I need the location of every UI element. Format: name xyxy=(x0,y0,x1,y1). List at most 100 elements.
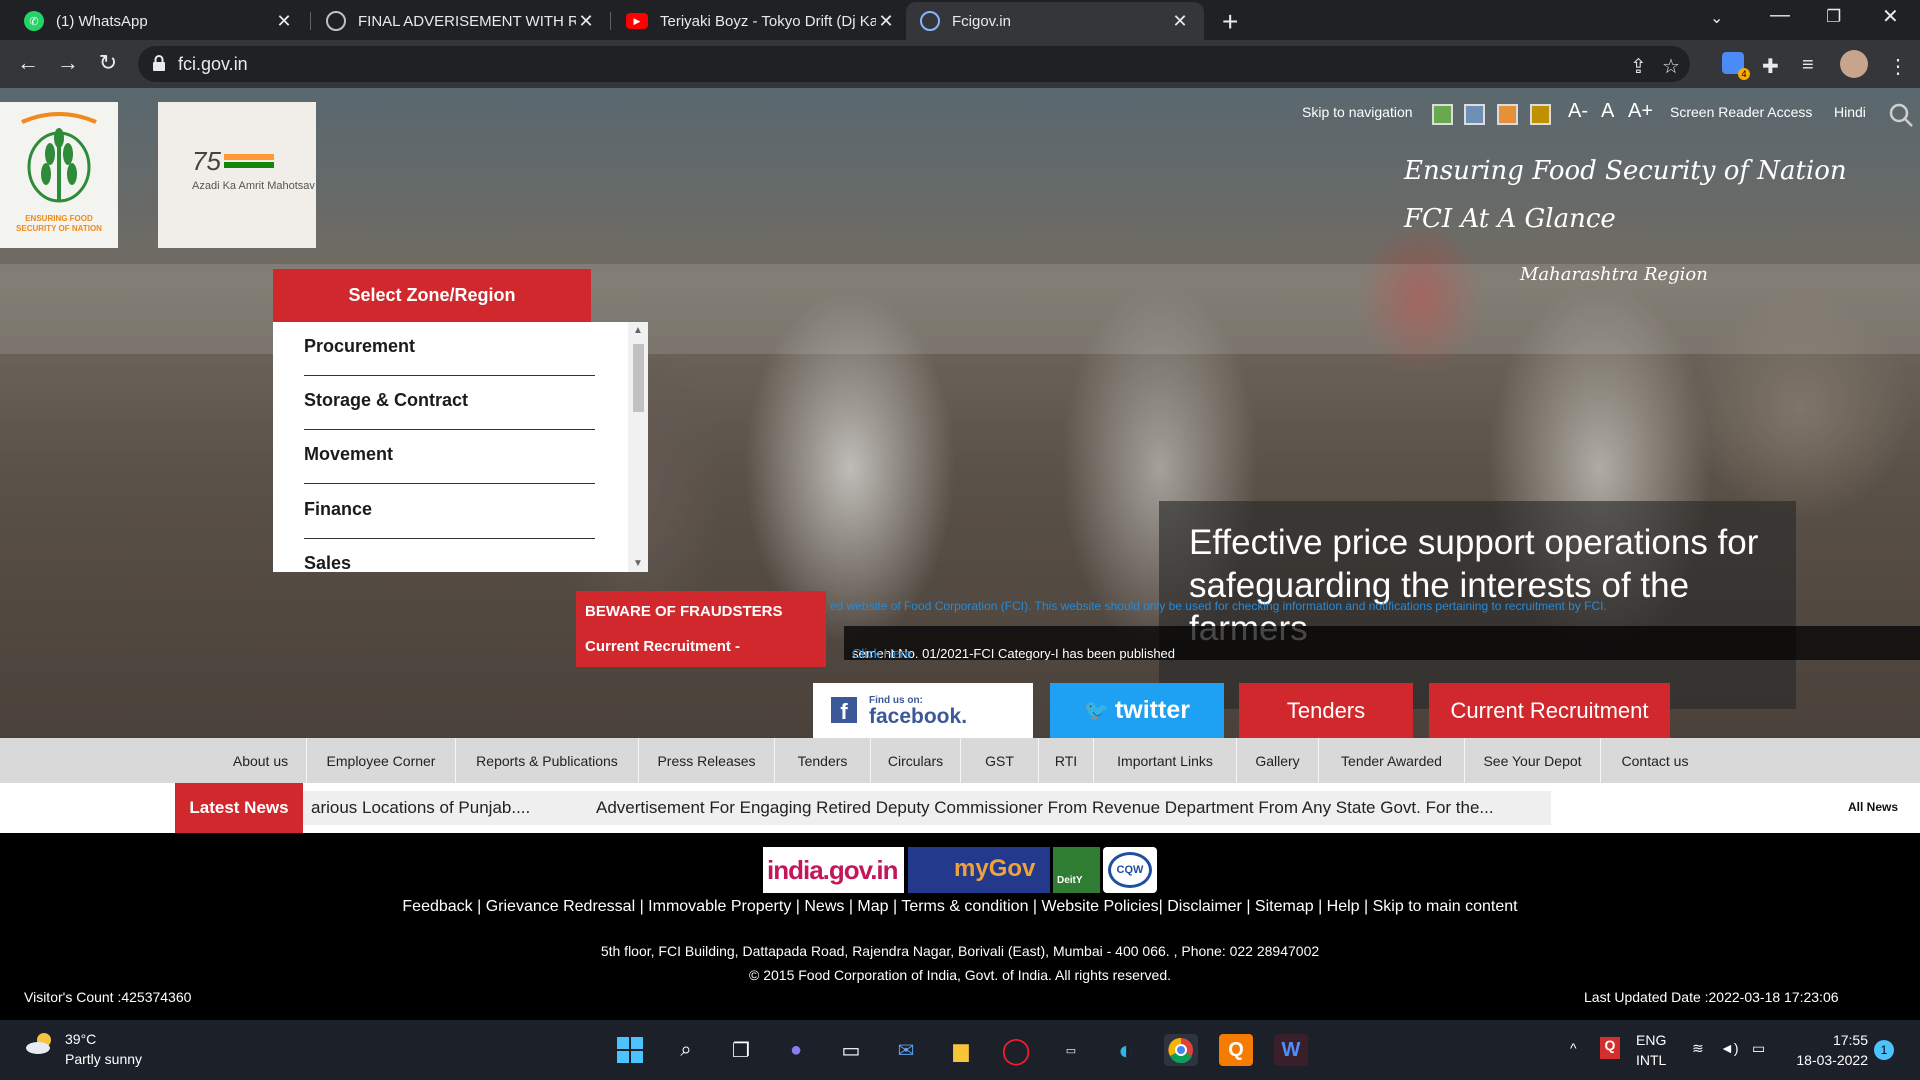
tray-overflow-icon[interactable]: ^ xyxy=(1570,1040,1577,1056)
notification-badge[interactable]: 1 xyxy=(1874,1040,1894,1060)
zone-item-procurement[interactable]: Procurement xyxy=(304,322,595,376)
chrome-icon[interactable] xyxy=(1164,1034,1198,1066)
bookmark-star-icon[interactable]: ☆ xyxy=(1662,54,1680,79)
tray-q-icon[interactable]: Q xyxy=(1600,1037,1620,1059)
close-tab-icon[interactable]: ✕ xyxy=(1170,11,1190,32)
nav-important-links[interactable]: Important Links xyxy=(1094,738,1237,783)
beware-label[interactable]: BEWARE OF FRAUDSTERS xyxy=(585,603,783,620)
w-app-icon[interactable]: W xyxy=(1274,1034,1308,1066)
scroll-up-arrow-icon[interactable]: ▲ xyxy=(633,325,643,336)
minimize-button[interactable]: — xyxy=(1770,4,1790,27)
tab-advertisement[interactable]: FINAL ADVERISEMENT WITH REV ✕ xyxy=(312,2,610,40)
theme-gold-swatch[interactable] xyxy=(1530,104,1551,125)
terminal-icon[interactable]: ▭ xyxy=(834,1034,868,1066)
forward-button[interactable]: → xyxy=(54,50,82,76)
nav-press-releases[interactable]: Press Releases xyxy=(639,738,775,783)
nav-rti[interactable]: RTI xyxy=(1039,738,1094,783)
hindi-link[interactable]: Hindi xyxy=(1834,104,1866,120)
volume-icon[interactable]: ◄) xyxy=(1720,1040,1739,1056)
twitter-button[interactable]: 🐦 twitter xyxy=(1050,683,1224,738)
click-here-link[interactable]: Click Here xyxy=(852,646,912,660)
zone-scrollbar[interactable]: ▲ ▼ xyxy=(628,322,648,572)
font-decrease-button[interactable]: A- xyxy=(1568,100,1588,123)
reload-button[interactable]: ↻ xyxy=(94,50,122,76)
tab-search-icon[interactable]: ⌄ xyxy=(1710,8,1723,28)
close-tab-icon[interactable]: ✕ xyxy=(576,11,596,32)
nav-gst[interactable]: GST xyxy=(961,738,1039,783)
nav-tenders[interactable]: Tenders xyxy=(775,738,871,783)
scroll-thumb[interactable] xyxy=(633,344,644,412)
nav-reports[interactable]: Reports & Publications xyxy=(456,738,639,783)
close-tab-icon[interactable]: ✕ xyxy=(274,11,294,32)
edge-icon[interactable]: ◐ xyxy=(1109,1034,1143,1066)
task-view-icon[interactable]: ❐ xyxy=(724,1034,758,1066)
opera-icon[interactable]: ◯ xyxy=(999,1034,1033,1066)
back-button[interactable]: ← xyxy=(14,50,42,76)
all-news-link[interactable]: All News xyxy=(1848,800,1898,814)
current-recruitment-button[interactable]: Current Recruitment xyxy=(1429,683,1670,738)
theme-blue-swatch[interactable] xyxy=(1464,104,1485,125)
mygov-badge[interactable]: myGov xyxy=(908,847,1050,893)
search-taskbar-icon[interactable]: ⌕ xyxy=(669,1034,703,1066)
tagline-glance[interactable]: FCI At A Glance xyxy=(1404,204,1616,234)
screen-reader-link[interactable]: Screen Reader Access xyxy=(1670,104,1812,120)
font-normal-button[interactable]: A xyxy=(1601,100,1614,123)
file-explorer-icon[interactable]: ▆ xyxy=(944,1034,978,1066)
close-window-button[interactable]: ✕ xyxy=(1882,4,1899,29)
scroll-down-arrow-icon[interactable]: ▼ xyxy=(633,558,643,569)
footer-links[interactable]: Feedback | Grievance Redressal | Immovab… xyxy=(0,898,1920,916)
share-icon[interactable]: ⇪ xyxy=(1630,54,1647,79)
nav-gallery[interactable]: Gallery xyxy=(1237,738,1319,783)
current-recruitment-label[interactable]: Current Recruitment - xyxy=(585,638,740,655)
restore-button[interactable]: ❐ xyxy=(1826,7,1841,27)
fraud-marquee-text[interactable]: ed website of Food Corporation (FCI). Th… xyxy=(830,599,1607,613)
cqw-badge[interactable]: CQW xyxy=(1103,847,1157,893)
new-tab-button[interactable]: + xyxy=(1222,6,1238,38)
start-button[interactable] xyxy=(613,1034,647,1066)
mysql-icon[interactable]: ▭ xyxy=(1054,1034,1088,1066)
nav-employee-corner[interactable]: Employee Corner xyxy=(307,738,456,783)
extensions-icon[interactable]: ✚ xyxy=(1762,54,1779,79)
extension-badge-icon[interactable]: 4 xyxy=(1722,52,1750,80)
tab-youtube[interactable]: ▶ Teriyaki Boyz - Tokyo Drift (Dj Kar ✕ xyxy=(612,2,910,40)
facebook-button[interactable]: f Find us on: facebook. xyxy=(813,683,1033,738)
tab-whatsapp[interactable]: ✆ (1) WhatsApp ✕ xyxy=(10,2,308,40)
news-item[interactable]: arious Locations of Punjab.... xyxy=(311,798,530,818)
nav-see-your-depot[interactable]: See Your Depot xyxy=(1465,738,1601,783)
latest-news-label: Latest News xyxy=(175,783,303,833)
zone-item-sales[interactable]: Sales xyxy=(304,539,595,572)
battery-icon[interactable]: ▭ xyxy=(1752,1040,1765,1057)
tab-fcigov[interactable]: Fcigov.in ✕ xyxy=(906,2,1204,40)
nav-about-us[interactable]: About us xyxy=(215,738,307,783)
tenders-button[interactable]: Tenders xyxy=(1239,683,1413,738)
skip-navigation-link[interactable]: Skip to navigation xyxy=(1302,104,1413,120)
q-app-icon[interactable]: Q xyxy=(1219,1034,1253,1066)
india-gov-badge[interactable]: india.gov.in xyxy=(763,847,904,893)
news-item[interactable]: Advertisement For Engaging Retired Deput… xyxy=(596,798,1494,818)
profile-avatar[interactable] xyxy=(1840,50,1868,78)
nav-contact-us[interactable]: Contact us xyxy=(1601,738,1709,783)
chat-icon[interactable]: ● xyxy=(779,1034,813,1066)
nav-circulars[interactable]: Circulars xyxy=(871,738,961,783)
font-increase-button[interactable]: A+ xyxy=(1628,100,1653,123)
nav-tender-awarded[interactable]: Tender Awarded xyxy=(1319,738,1465,783)
menu-icon[interactable]: ⋮ xyxy=(1888,54,1908,79)
theme-green-swatch[interactable] xyxy=(1432,104,1453,125)
search-icon[interactable] xyxy=(1888,102,1914,128)
zone-item-finance[interactable]: Finance xyxy=(304,485,595,539)
mail-icon[interactable]: ✉ xyxy=(889,1034,923,1066)
reading-list-icon[interactable]: ≡ xyxy=(1802,54,1814,77)
select-zone-button[interactable]: Select Zone/Region xyxy=(273,269,591,322)
input-language[interactable]: ENG INTL xyxy=(1636,1030,1666,1070)
zone-item-storage[interactable]: Storage & Contract xyxy=(304,376,595,430)
weather-widget[interactable] xyxy=(24,1030,56,1061)
zone-item-movement[interactable]: Movement xyxy=(304,430,595,484)
system-clock[interactable]: 17:55 18-03-2022 xyxy=(1788,1030,1868,1070)
fci-logo[interactable]: ENSURING FOOD SECURITY OF NATION xyxy=(0,102,118,248)
theme-orange-swatch[interactable] xyxy=(1497,104,1518,125)
address-bar[interactable]: fci.gov.in ⇪ ☆ xyxy=(138,46,1690,82)
wifi-icon[interactable]: ≋ xyxy=(1692,1040,1704,1057)
deity-badge[interactable]: DeitY xyxy=(1053,847,1100,893)
azadi-logo[interactable]: 75 Azadi Ka Amrit Mahotsav xyxy=(158,102,316,248)
close-tab-icon[interactable]: ✕ xyxy=(876,11,896,32)
